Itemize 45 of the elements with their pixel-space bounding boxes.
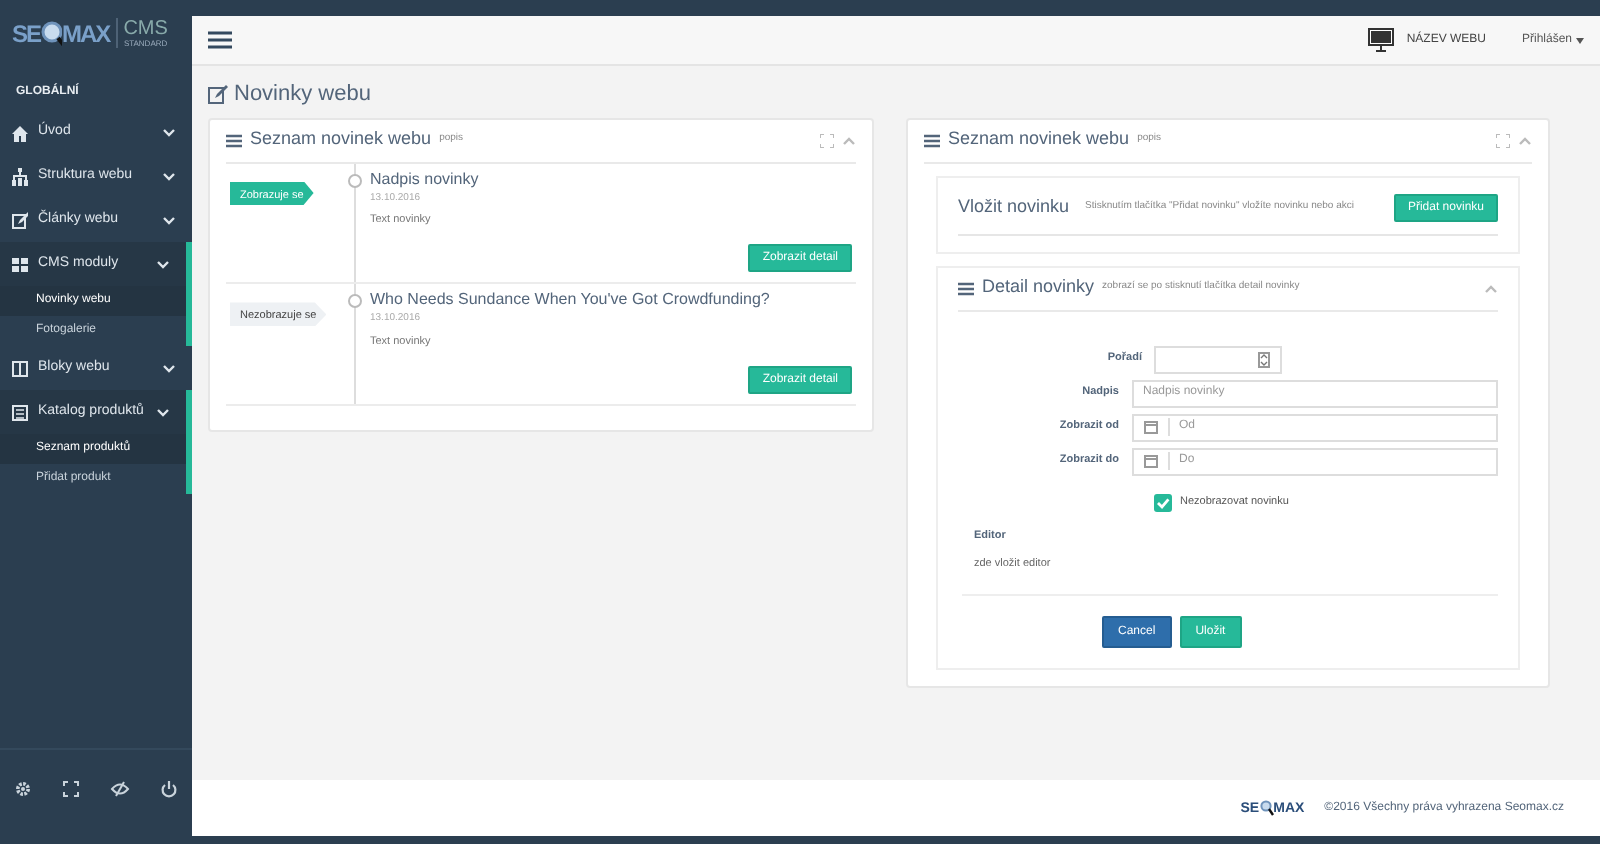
chevron-down-icon [162,215,176,225]
catalog-icon [12,403,28,421]
input-field[interactable] [1154,345,1282,373]
chevron-down-icon [162,171,176,181]
panel-title: Seznam novinek webu [250,126,432,153]
logo-text: SE [12,19,41,47]
grid-icon [12,255,28,273]
list-icon [226,133,242,147]
edit-icon [12,211,28,229]
magnifier-icon [40,20,63,46]
spinner-icon [1258,351,1270,367]
list-icon [924,133,940,147]
card-title: Detail novinky [982,274,1095,301]
calendar-icon [1143,420,1157,434]
logo-text: MAX [62,19,110,47]
panel-title: Seznam novinek webu [948,126,1130,153]
chevron-down-icon [156,259,170,269]
page-title: Novinky webu [234,80,371,110]
fullscreen-icon[interactable] [62,780,81,798]
home-icon [12,123,28,141]
menu-icon[interactable] [208,30,232,50]
caret-icon [1576,37,1584,43]
edit-icon [208,84,228,105]
chevron-down-icon [156,407,170,417]
timeline-dot [348,173,362,187]
calendar-icon [1143,454,1157,468]
news-title: Nadpis novinky [370,167,481,191]
monitor-icon [1368,28,1395,52]
sitemap-icon [12,167,28,185]
card-title: Vložit novinku [958,194,1070,221]
logo-product: CMS [123,18,168,40]
settings-icon[interactable] [14,780,33,798]
chevron-down-icon [162,127,176,137]
chevron-up-icon[interactable] [842,135,856,145]
chevron-up-icon[interactable] [1518,135,1532,145]
magnifier-icon [1259,800,1274,816]
eye-slash-icon[interactable] [109,780,130,798]
news-title: Who Needs Sundance When You've Got Crowdfunding? [370,288,772,313]
chevron-down-icon [162,363,176,373]
checkbox[interactable] [1154,493,1172,511]
list-icon [958,281,974,295]
power-icon[interactable] [159,780,178,798]
chevron-up-icon[interactable] [1484,283,1498,293]
timeline-dot [348,294,362,309]
columns-icon [12,359,28,377]
